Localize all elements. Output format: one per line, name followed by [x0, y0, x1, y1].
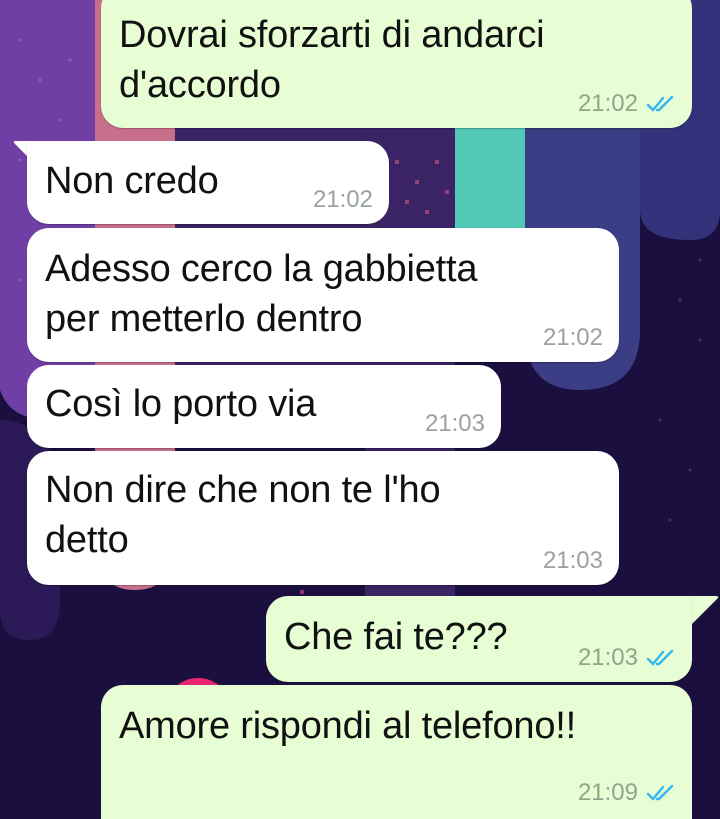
message-text: Amore rispondi al telefono!! — [119, 705, 576, 747]
message-time: 21:02 — [312, 186, 373, 213]
message-text: Non credo — [45, 160, 219, 202]
message-meta: 21:02 — [543, 324, 603, 352]
message-meta: 21:03 — [578, 644, 676, 672]
message-incoming[interactable]: Così lo porto via 21:03 — [27, 365, 501, 448]
message-text: Così lo porto via — [45, 383, 317, 425]
message-meta: 21:02 — [313, 186, 373, 214]
message-time: 21:03 — [542, 547, 603, 574]
message-time: 21:03 — [577, 644, 638, 671]
message-incoming[interactable]: Non dire che non te l'ho detto 21:03 — [27, 451, 619, 585]
double-check-read-icon — [646, 95, 674, 112]
message-meta: 21:03 — [543, 547, 603, 575]
message-outgoing[interactable]: Che fai te??? 21:03 — [266, 596, 692, 682]
message-text: Dovrai sforzarti di andarci d'accordo — [119, 14, 545, 106]
message-meta: 21:02 — [578, 90, 676, 118]
message-time: 21:02 — [577, 90, 638, 117]
message-text: Non dire che non te l'ho detto — [45, 469, 441, 561]
message-time: 21:03 — [424, 410, 485, 437]
message-meta: 21:03 — [425, 410, 485, 438]
message-incoming[interactable]: Adesso cerco la gabbietta per metterlo d… — [27, 228, 619, 362]
message-outgoing[interactable]: Dovrai sforzarti di andarci d'accordo 21… — [101, 0, 692, 128]
message-outgoing[interactable]: Amore rispondi al telefono!! 21:09 — [101, 685, 692, 819]
message-text: Che fai te??? — [284, 616, 508, 658]
message-time: 21:02 — [542, 324, 603, 351]
double-check-read-icon — [646, 784, 674, 801]
message-time: 21:09 — [577, 779, 638, 806]
bubble-tail-outgoing — [690, 596, 719, 626]
message-text: Adesso cerco la gabbietta per metterlo d… — [45, 248, 478, 340]
double-check-read-icon — [646, 649, 674, 666]
message-incoming[interactable]: Non credo 21:02 — [27, 141, 389, 224]
message-meta: 21:09 — [578, 779, 676, 807]
